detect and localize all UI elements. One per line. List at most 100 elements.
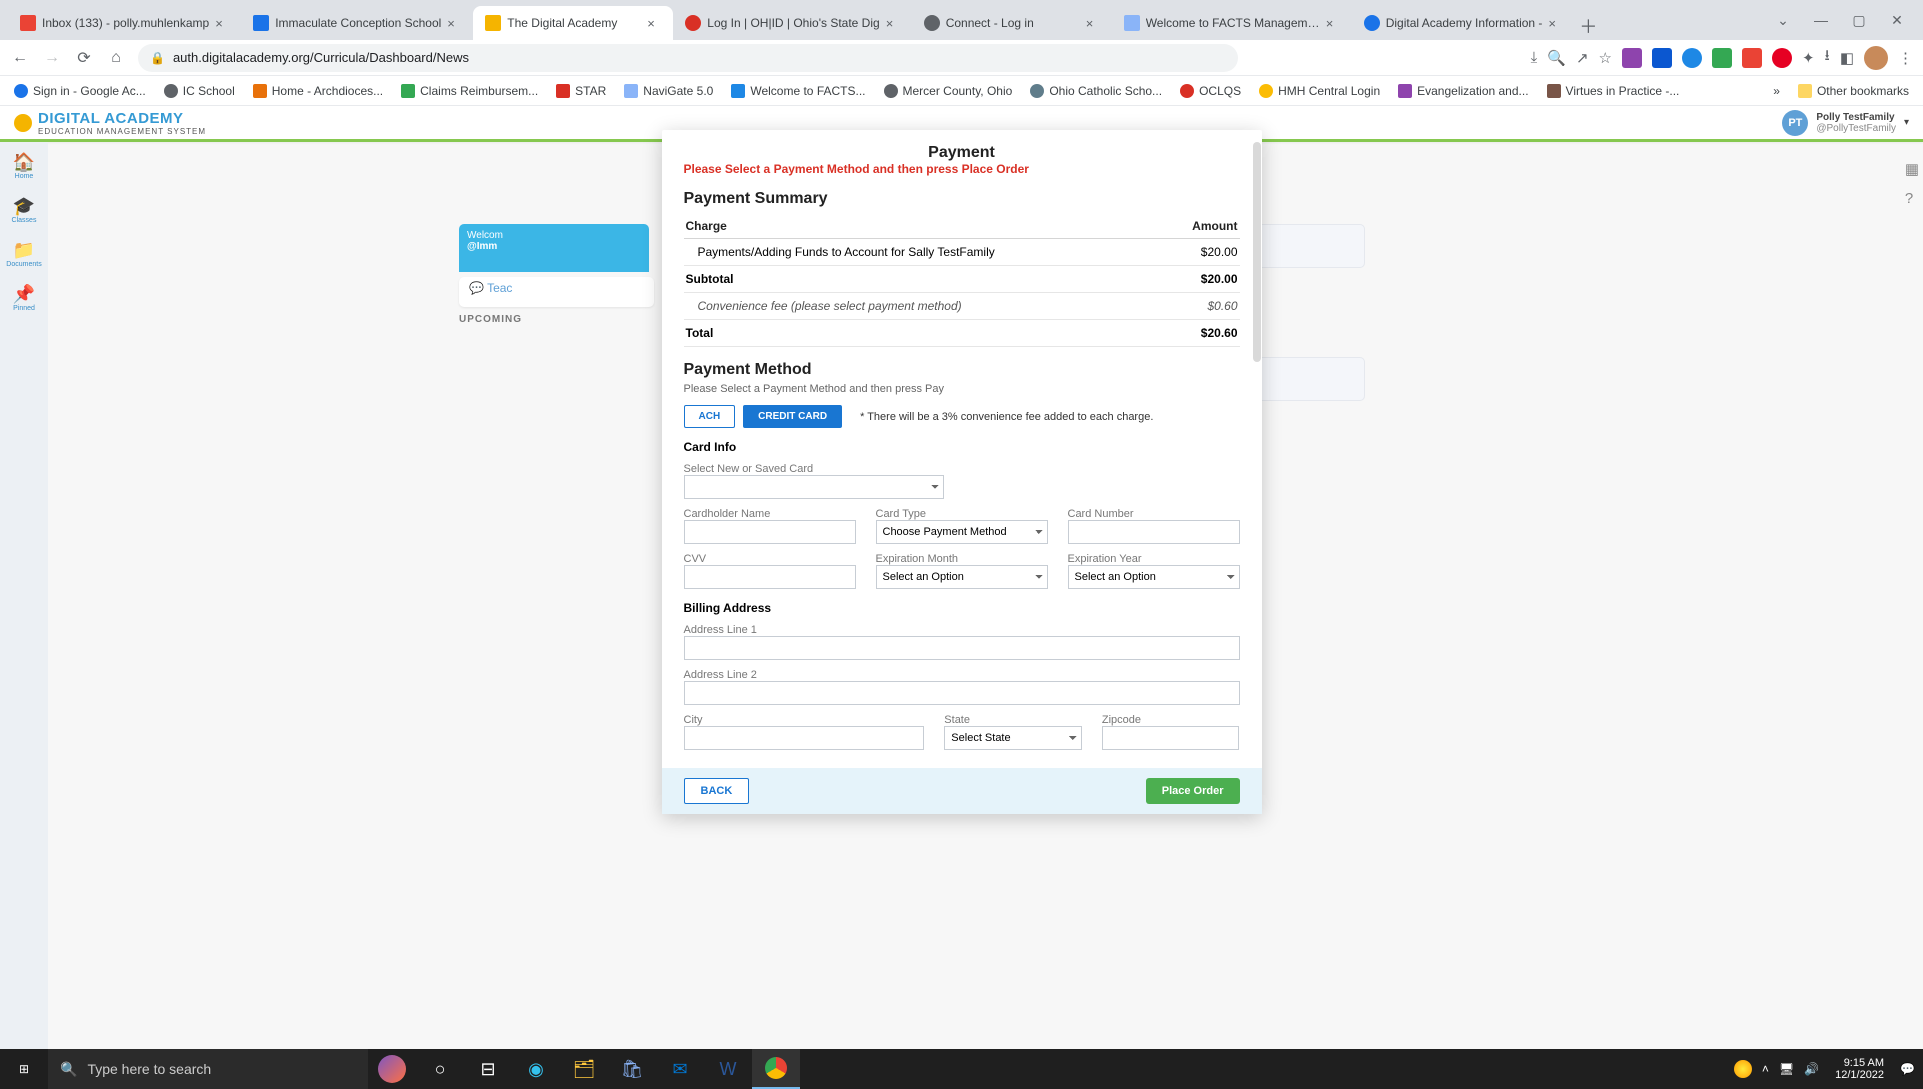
- sidenav-pinned[interactable]: 📌Pinned: [5, 284, 43, 312]
- other-bookmarks[interactable]: Other bookmarks: [1798, 84, 1909, 98]
- volume-icon[interactable]: 🔊: [1804, 1062, 1819, 1076]
- downloads-icon[interactable]: ⭳: [1825, 45, 1830, 70]
- weather-widget[interactable]: [368, 1049, 416, 1089]
- word-icon[interactable]: W: [704, 1049, 752, 1089]
- sidenav-classes[interactable]: 🎓Classes: [5, 196, 43, 224]
- reload-button[interactable]: ⟳: [74, 48, 94, 68]
- notifications-icon[interactable]: 💬: [1900, 1062, 1915, 1076]
- minimize-button[interactable]: —: [1807, 6, 1835, 34]
- star-icon[interactable]: ☆: [1599, 49, 1612, 67]
- state-select[interactable]: Select State: [944, 726, 1082, 750]
- bookmark[interactable]: Ohio Catholic Scho...: [1030, 84, 1162, 98]
- extension-icon[interactable]: [1652, 48, 1672, 68]
- zoom-icon[interactable]: 🔍: [1547, 49, 1566, 67]
- profile-avatar[interactable]: [1864, 46, 1888, 70]
- close-icon[interactable]: ×: [1548, 16, 1562, 30]
- edge-icon[interactable]: ◉: [512, 1049, 560, 1089]
- cardtype-select[interactable]: Choose Payment Method: [876, 520, 1048, 544]
- help-icon[interactable]: ?: [1905, 190, 1919, 207]
- close-icon[interactable]: ×: [647, 16, 661, 30]
- back-button[interactable]: BACK: [684, 778, 750, 804]
- bookmark[interactable]: Claims Reimbursem...: [401, 84, 538, 98]
- close-icon[interactable]: ×: [447, 16, 461, 30]
- maximize-button[interactable]: ▢: [1845, 6, 1873, 34]
- explorer-icon[interactable]: 🗂: [560, 1049, 608, 1089]
- sidenav-home[interactable]: 🏠Home: [5, 152, 43, 180]
- url-input[interactable]: 🔒 auth.digitalacademy.org/Curricula/Dash…: [138, 44, 1238, 72]
- display-icon[interactable]: 🖥: [1779, 1062, 1794, 1076]
- mail-icon[interactable]: ✉: [656, 1049, 704, 1089]
- page-content: DIGITAL ACADEMY EDUCATION MANAGEMENT SYS…: [0, 106, 1923, 1049]
- cvv-input[interactable]: [684, 565, 856, 589]
- tray-chevron-icon[interactable]: ˄: [1762, 1062, 1769, 1076]
- extension-icon[interactable]: [1712, 48, 1732, 68]
- tab-1[interactable]: Immaculate Conception School×: [241, 6, 473, 40]
- bookmark[interactable]: Sign in - Google Ac...: [14, 84, 146, 98]
- bookmark[interactable]: IC School: [164, 84, 235, 98]
- pinterest-icon[interactable]: [1772, 48, 1792, 68]
- taskview-button[interactable]: ⊟: [464, 1049, 512, 1089]
- chrome-icon[interactable]: [752, 1049, 800, 1089]
- zip-input[interactable]: [1102, 726, 1240, 750]
- place-order-button[interactable]: Place Order: [1146, 778, 1240, 804]
- grid-icon[interactable]: ▦: [1905, 160, 1919, 178]
- bookmark[interactable]: Virtues in Practice -...: [1547, 84, 1680, 98]
- close-icon[interactable]: ×: [886, 16, 900, 30]
- ach-tab[interactable]: ACH: [684, 405, 736, 428]
- sidenav-documents[interactable]: 📁Documents: [5, 240, 43, 268]
- close-icon[interactable]: ×: [1086, 16, 1100, 30]
- exp-month-select[interactable]: Select an Option: [876, 565, 1048, 589]
- bookmark-overflow[interactable]: »: [1773, 84, 1780, 98]
- brand-subtitle: EDUCATION MANAGEMENT SYSTEM: [38, 127, 206, 136]
- close-icon[interactable]: ×: [215, 16, 229, 30]
- bookmark[interactable]: NaviGate 5.0: [624, 84, 713, 98]
- saved-card-select[interactable]: [684, 475, 944, 499]
- bookmark[interactable]: Mercer County, Ohio: [884, 84, 1013, 98]
- extensions-button[interactable]: ✦: [1802, 49, 1815, 67]
- city-input[interactable]: [684, 726, 925, 750]
- share-icon[interactable]: ↗: [1576, 49, 1589, 67]
- weather-tray-icon[interactable]: [1734, 1060, 1752, 1078]
- extension-icon[interactable]: [1682, 48, 1702, 68]
- new-tab-button[interactable]: ＋: [1574, 12, 1602, 40]
- chevron-down-icon: ▾: [1904, 117, 1909, 128]
- bookmark[interactable]: Evangelization and...: [1398, 84, 1528, 98]
- bookmark[interactable]: Home - Archdioces...: [253, 84, 383, 98]
- tab-2[interactable]: The Digital Academy×: [473, 6, 673, 40]
- tab-5[interactable]: Welcome to FACTS Managemen×: [1112, 6, 1352, 40]
- tab-4[interactable]: Connect - Log in×: [912, 6, 1112, 40]
- user-menu[interactable]: PT Polly TestFamily @PollyTestFamily ▾: [1782, 110, 1909, 136]
- cortana-button[interactable]: ○: [416, 1049, 464, 1089]
- bookmark[interactable]: HMH Central Login: [1259, 84, 1380, 98]
- brand-logo[interactable]: DIGITAL ACADEMY EDUCATION MANAGEMENT SYS…: [14, 110, 206, 136]
- tab-0[interactable]: Inbox (133) - polly.muhlenkamp×: [8, 6, 241, 40]
- bookmark[interactable]: Welcome to FACTS...: [731, 84, 865, 98]
- taskbar-search[interactable]: 🔍 Type here to search: [48, 1049, 368, 1089]
- tab-6[interactable]: Digital Academy Information - ×: [1352, 6, 1575, 40]
- addr2-input[interactable]: [684, 681, 1240, 705]
- scrollbar[interactable]: [1253, 142, 1261, 362]
- addr1-input[interactable]: [684, 636, 1240, 660]
- bookmark[interactable]: STAR: [556, 84, 606, 98]
- exp-year-select[interactable]: Select an Option: [1068, 565, 1240, 589]
- close-icon[interactable]: ×: [1326, 16, 1340, 30]
- cardnumber-input[interactable]: [1068, 520, 1240, 544]
- extension-icon[interactable]: [1742, 48, 1762, 68]
- install-icon[interactable]: ⤓: [1531, 49, 1538, 66]
- extension-icon[interactable]: [1622, 48, 1642, 68]
- close-button[interactable]: ✕: [1883, 6, 1911, 34]
- chevron-down-icon[interactable]: ⌄: [1769, 6, 1797, 34]
- store-icon[interactable]: 🛍: [608, 1049, 656, 1089]
- back-button[interactable]: ←: [10, 49, 30, 67]
- forward-button[interactable]: →: [42, 49, 62, 67]
- credit-card-tab[interactable]: CREDIT CARD: [743, 405, 842, 428]
- tab-3[interactable]: Log In | OH|ID | Ohio's State Dig×: [673, 6, 911, 40]
- menu-button[interactable]: ⋮: [1898, 49, 1913, 67]
- home-button[interactable]: ⌂: [106, 49, 126, 67]
- cardholder-input[interactable]: [684, 520, 856, 544]
- sidepanel-icon[interactable]: ◧: [1840, 49, 1854, 67]
- bookmark[interactable]: OCLQS: [1180, 84, 1241, 98]
- start-button[interactable]: ⊞: [0, 1049, 48, 1089]
- clock[interactable]: 9:15 AM 12/1/2022: [1829, 1057, 1890, 1081]
- error-message: Please Select a Payment Method and then …: [684, 162, 1240, 176]
